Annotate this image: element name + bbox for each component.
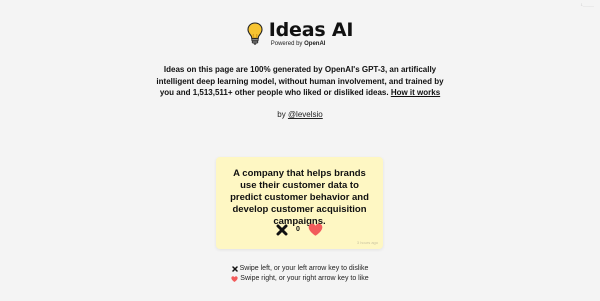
logo[interactable]: Ideas AI Powered by OpenAI xyxy=(0,21,600,47)
app-title: Ideas AI xyxy=(268,19,354,41)
intro-description: Ideas on this page are 100% generated by… xyxy=(150,64,450,99)
how-it-works-link[interactable]: How it works xyxy=(391,88,440,97)
vote-actions: 0 xyxy=(216,223,383,236)
like-heart-icon[interactable] xyxy=(308,223,323,236)
powered-by-brand: OpenAI xyxy=(304,41,326,47)
powered-by: Powered by OpenAI xyxy=(271,41,353,47)
like-instruction-text: Swipe right, or your right arrow key to … xyxy=(240,275,369,282)
byline: by @levelsio xyxy=(0,110,600,119)
byline-prefix: by xyxy=(277,110,286,119)
corner-text: 1_____ xyxy=(580,2,594,7)
dislike-instruction-text: Swipe left, or your left arrow key to di… xyxy=(239,265,369,272)
author-link[interactable]: @levelsio xyxy=(288,110,323,119)
idea-timestamp: 3 hours ago xyxy=(356,240,378,245)
lightbulb-icon xyxy=(247,22,263,45)
idea-card[interactable]: A company that helps brands use their cu… xyxy=(216,157,383,249)
dislike-x-icon[interactable] xyxy=(276,224,288,236)
like-heart-icon-small xyxy=(231,276,238,282)
powered-by-prefix: Powered by xyxy=(270,41,303,47)
like-instruction: Swipe right, or your right arrow key to … xyxy=(0,274,600,284)
page: 1_____ Ideas AI Powered by OpenAI Ideas … xyxy=(0,0,600,301)
logo-text: Ideas AI Powered by OpenAI xyxy=(268,19,354,48)
dislike-instruction: Swipe left, or your left arrow key to di… xyxy=(0,264,600,274)
vote-count: 0 xyxy=(296,226,300,233)
swipe-instructions: Swipe left, or your left arrow key to di… xyxy=(0,264,600,284)
dislike-x-icon-small xyxy=(231,266,238,272)
idea-text: A company that helps brands use their cu… xyxy=(230,168,369,227)
